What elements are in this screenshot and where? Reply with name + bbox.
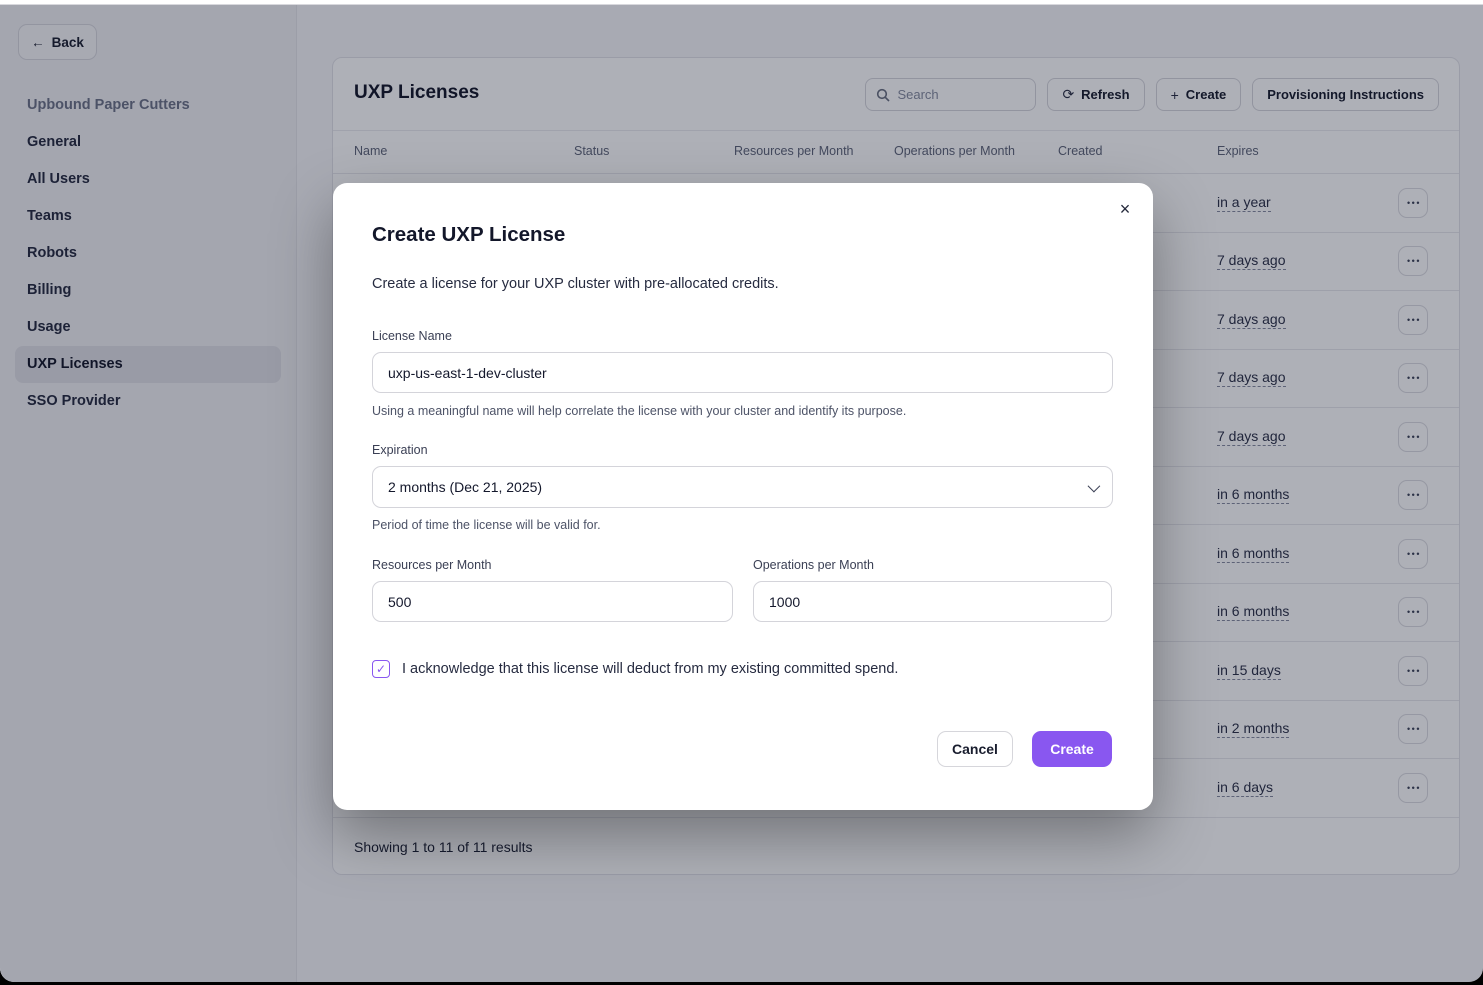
operations-per-month-input[interactable] bbox=[753, 581, 1112, 622]
expiration-label: Expiration bbox=[372, 443, 428, 457]
expiration-helper: Period of time the license will be valid… bbox=[372, 518, 601, 532]
resources-per-month-input[interactable] bbox=[372, 581, 733, 622]
expiration-select[interactable]: 2 months (Dec 21, 2025) bbox=[372, 466, 1113, 508]
check-icon: ✓ bbox=[376, 662, 386, 676]
operations-per-month-label: Operations per Month bbox=[753, 558, 874, 572]
close-icon[interactable]: × bbox=[1111, 195, 1139, 223]
acknowledge-label: I acknowledge that this license will ded… bbox=[402, 661, 898, 677]
resources-per-month-label: Resources per Month bbox=[372, 558, 492, 572]
expiration-value: 2 months (Dec 21, 2025) bbox=[388, 479, 542, 495]
modal-title: Create UXP License bbox=[372, 223, 565, 247]
acknowledge-checkbox[interactable]: ✓ bbox=[372, 660, 390, 678]
modal-description: Create a license for your UXP cluster wi… bbox=[372, 276, 779, 292]
license-name-label: License Name bbox=[372, 329, 452, 343]
license-name-input[interactable] bbox=[372, 352, 1113, 393]
chevron-down-icon bbox=[1088, 479, 1101, 492]
modal-create-button[interactable]: Create bbox=[1032, 731, 1112, 767]
cancel-button[interactable]: Cancel bbox=[937, 731, 1013, 767]
create-uxp-license-modal: × Create UXP License Create a license fo… bbox=[333, 183, 1153, 810]
license-name-helper: Using a meaningful name will help correl… bbox=[372, 404, 906, 418]
